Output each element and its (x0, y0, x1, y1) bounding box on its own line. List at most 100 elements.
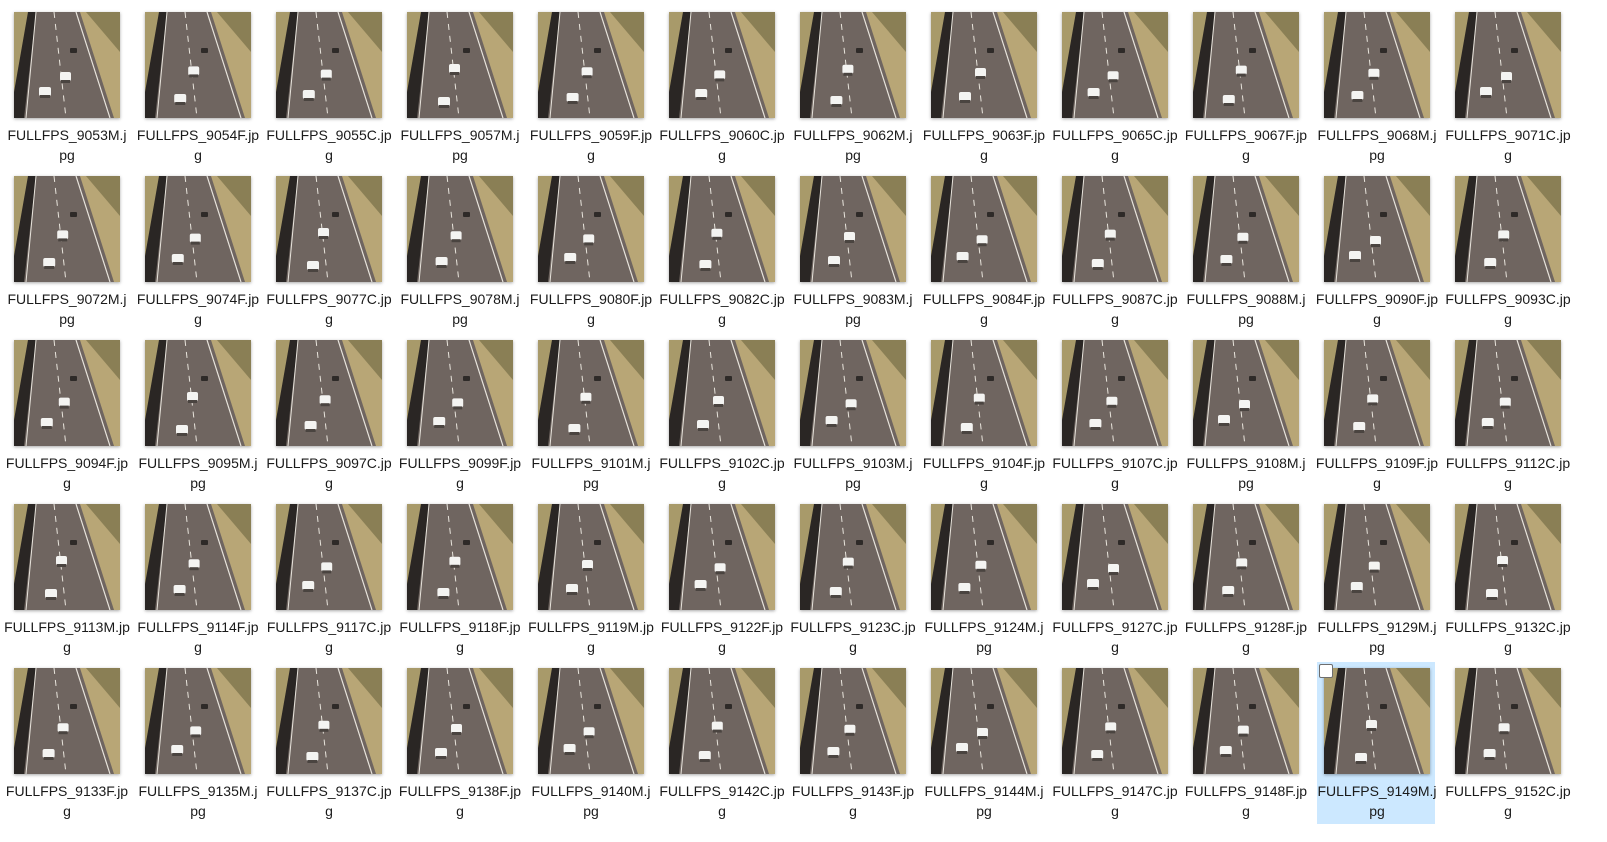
file-item[interactable]: FULLFPS_9068M.jpg (1317, 6, 1437, 168)
image-thumbnail (931, 176, 1037, 282)
image-thumbnail (538, 504, 644, 610)
image-thumbnail (669, 504, 775, 610)
file-name-label: FULLFPS_9082C.jpg (659, 291, 785, 327)
file-item[interactable]: FULLFPS_9118F.jpg (399, 498, 521, 660)
file-name-label: FULLFPS_9101M.jpg (531, 455, 651, 491)
file-name-label: FULLFPS_9078M.jpg (400, 291, 520, 327)
select-checkbox[interactable] (1319, 664, 1333, 678)
file-item[interactable]: FULLFPS_9054F.jpg (137, 6, 259, 168)
file-item[interactable]: FULLFPS_9084F.jpg (923, 170, 1045, 332)
file-name-label: FULLFPS_9104F.jpg (922, 455, 1046, 491)
file-item[interactable]: FULLFPS_9063F.jpg (923, 6, 1045, 168)
file-item[interactable]: FULLFPS_9138F.jpg (399, 662, 521, 824)
file-item[interactable]: FULLFPS_9090F.jpg (1316, 170, 1438, 332)
file-name-label: FULLFPS_9088M.jpg (1186, 291, 1306, 327)
file-item[interactable]: FULLFPS_9053M.jpg (7, 6, 127, 168)
file-item[interactable]: FULLFPS_9080F.jpg (530, 170, 652, 332)
file-item[interactable]: FULLFPS_9152C.jpg (1445, 662, 1571, 824)
file-item[interactable]: FULLFPS_9082C.jpg (659, 170, 785, 332)
file-name-label: FULLFPS_9097C.jpg (266, 455, 392, 491)
file-name-label: FULLFPS_9067F.jpg (1184, 127, 1308, 163)
file-item[interactable]: FULLFPS_9133F.jpg (6, 662, 128, 824)
image-thumbnail (145, 12, 251, 118)
file-item[interactable]: FULLFPS_9078M.jpg (400, 170, 520, 332)
image-thumbnail (276, 340, 382, 446)
file-item[interactable]: FULLFPS_9103M.jpg (793, 334, 913, 496)
image-thumbnail (14, 340, 120, 446)
file-item[interactable]: FULLFPS_9124M.jpg (924, 498, 1044, 660)
image-thumbnail (669, 340, 775, 446)
file-name-label: FULLFPS_9127C.jpg (1052, 619, 1178, 655)
file-item[interactable]: FULLFPS_9055C.jpg (266, 6, 392, 168)
file-name-label: FULLFPS_9109F.jpg (1315, 455, 1439, 491)
image-thumbnail (669, 176, 775, 282)
image-thumbnail (931, 668, 1037, 774)
image-thumbnail (276, 668, 382, 774)
image-thumbnail (1455, 12, 1561, 118)
file-item[interactable]: FULLFPS_9137C.jpg (266, 662, 392, 824)
file-item[interactable]: FULLFPS_9108M.jpg (1186, 334, 1306, 496)
file-item[interactable]: FULLFPS_9101M.jpg (531, 334, 651, 496)
file-item[interactable]: FULLFPS_9128F.jpg (1185, 498, 1307, 660)
file-name-label: FULLFPS_9132C.jpg (1445, 619, 1571, 655)
file-item[interactable]: FULLFPS_9144M.jpg (924, 662, 1044, 824)
file-item[interactable]: FULLFPS_9087C.jpg (1052, 170, 1178, 332)
file-item[interactable]: FULLFPS_9083M.jpg (793, 170, 913, 332)
file-item[interactable]: FULLFPS_9140M.jpg (531, 662, 651, 824)
image-thumbnail (145, 504, 251, 610)
file-item[interactable]: FULLFPS_9122F.jpg (661, 498, 783, 660)
file-item[interactable]: FULLFPS_9132C.jpg (1445, 498, 1571, 660)
image-thumbnail (538, 12, 644, 118)
image-thumbnail (538, 176, 644, 282)
file-item[interactable]: FULLFPS_9143F.jpg (792, 662, 914, 824)
file-item[interactable]: FULLFPS_9104F.jpg (923, 334, 1045, 496)
file-item[interactable]: FULLFPS_9088M.jpg (1186, 170, 1306, 332)
file-name-label: FULLFPS_9077C.jpg (266, 291, 392, 327)
file-item[interactable]: FULLFPS_9113M.jpg (4, 498, 130, 660)
file-item[interactable]: FULLFPS_9109F.jpg (1316, 334, 1438, 496)
file-item[interactable]: FULLFPS_9107C.jpg (1052, 334, 1178, 496)
file-item[interactable]: FULLFPS_9127C.jpg (1052, 498, 1178, 660)
file-item[interactable]: FULLFPS_9117C.jpg (267, 498, 391, 660)
file-item[interactable]: FULLFPS_9065C.jpg (1052, 6, 1178, 168)
file-name-label: FULLFPS_9084F.jpg (922, 291, 1046, 327)
file-item[interactable]: FULLFPS_9099F.jpg (399, 334, 521, 496)
file-name-label: FULLFPS_9099F.jpg (398, 455, 522, 491)
file-item[interactable]: FULLFPS_9148F.jpg (1185, 662, 1307, 824)
file-name-label: FULLFPS_9113M.jpg (4, 619, 130, 655)
file-grid: FULLFPS_9053M.jpg FULLFPS_9054F.jpg FULL… (4, 6, 1579, 826)
file-item[interactable]: FULLFPS_9102C.jpg (659, 334, 785, 496)
file-name-label: FULLFPS_9102C.jpg (659, 455, 785, 491)
file-name-label: FULLFPS_9128F.jpg (1184, 619, 1308, 655)
file-item[interactable]: FULLFPS_9095M.jpg (138, 334, 258, 496)
file-item[interactable]: FULLFPS_9119M.jpg (528, 498, 654, 660)
file-item[interactable]: FULLFPS_9123C.jpg (790, 498, 916, 660)
file-item[interactable]: FULLFPS_9097C.jpg (266, 334, 392, 496)
image-thumbnail (1193, 340, 1299, 446)
file-item[interactable]: FULLFPS_9142C.jpg (659, 662, 785, 824)
file-item[interactable]: FULLFPS_9094F.jpg (6, 334, 128, 496)
image-thumbnail (407, 668, 513, 774)
file-item[interactable]: FULLFPS_9135M.jpg (138, 662, 258, 824)
image-thumbnail (145, 668, 251, 774)
file-item[interactable]: FULLFPS_9059F.jpg (530, 6, 652, 168)
file-item[interactable]: FULLFPS_9067F.jpg (1185, 6, 1307, 168)
file-item[interactable]: FULLFPS_9062M.jpg (793, 6, 913, 168)
file-item[interactable]: FULLFPS_9060C.jpg (659, 6, 785, 168)
file-item[interactable]: FULLFPS_9129M.jpg (1317, 498, 1437, 660)
file-item[interactable]: FULLFPS_9072M.jpg (7, 170, 127, 332)
file-name-label: FULLFPS_9080F.jpg (529, 291, 653, 327)
file-item[interactable]: FULLFPS_9147C.jpg (1052, 662, 1178, 824)
file-name-label: FULLFPS_9065C.jpg (1052, 127, 1178, 163)
file-item[interactable]: FULLFPS_9149M.jpg (1317, 662, 1437, 824)
file-item[interactable]: FULLFPS_9074F.jpg (137, 170, 259, 332)
file-name-label: FULLFPS_9143F.jpg (791, 783, 915, 819)
file-item[interactable]: FULLFPS_9071C.jpg (1445, 6, 1571, 168)
file-name-label: FULLFPS_9055C.jpg (266, 127, 392, 163)
file-item[interactable]: FULLFPS_9057M.jpg (400, 6, 520, 168)
file-item[interactable]: FULLFPS_9077C.jpg (266, 170, 392, 332)
file-item[interactable]: FULLFPS_9114F.jpg (137, 498, 259, 660)
file-item[interactable]: FULLFPS_9112C.jpg (1446, 334, 1570, 496)
file-name-label: FULLFPS_9117C.jpg (266, 619, 392, 655)
file-item[interactable]: FULLFPS_9093C.jpg (1445, 170, 1571, 332)
